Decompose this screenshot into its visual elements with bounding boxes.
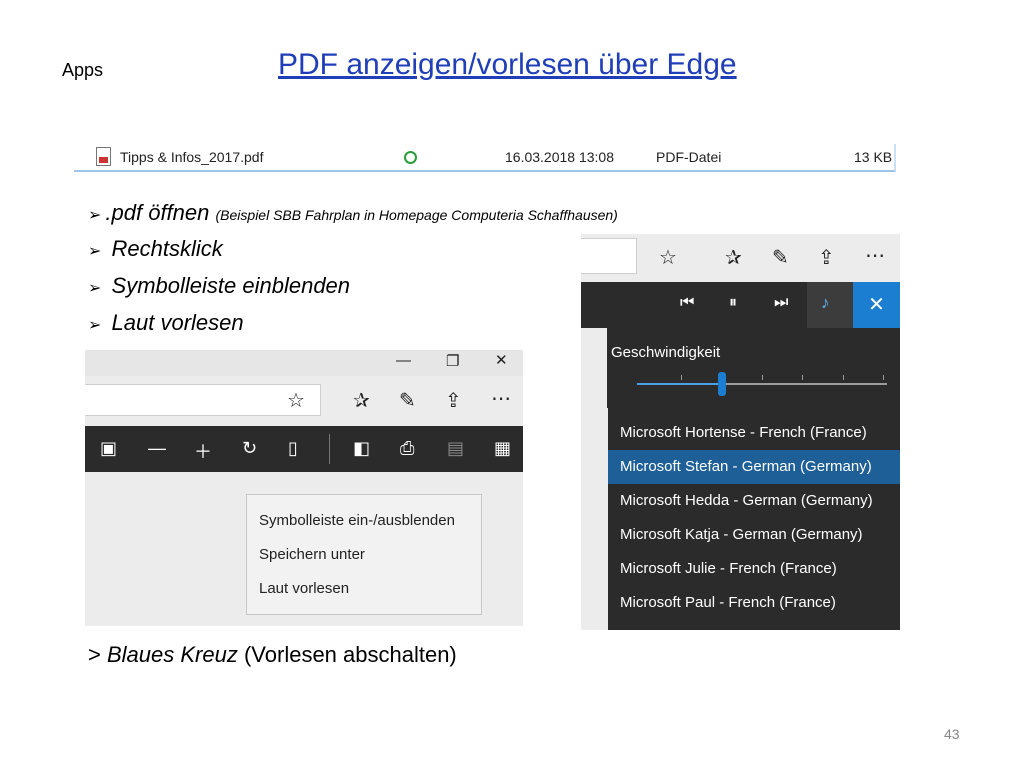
context-item-toggle-toolbar[interactable]: Symbolleiste ein-/ausblenden: [259, 512, 455, 529]
print-icon[interactable]: ⎙: [400, 438, 414, 459]
pause-icon[interactable]: ⏸: [729, 294, 737, 312]
bullet-right-click: ➢ Rechtsklick: [88, 236, 223, 262]
save-as-icon[interactable]: ▦: [494, 438, 511, 459]
zoom-in-icon[interactable]: ＋: [194, 438, 212, 464]
share-icon[interactable]: ⇪: [445, 388, 462, 413]
speed-slider-fill: [637, 383, 722, 385]
speed-slider-thumb[interactable]: [718, 372, 726, 396]
voice-option[interactable]: Microsoft Hortense - French (France): [608, 416, 900, 450]
bullet-text: Symbolleiste einblenden: [111, 273, 351, 298]
close-read-aloud-button[interactable]: ✕: [853, 282, 900, 328]
voice-option[interactable]: Microsoft Julie - French (France): [608, 552, 900, 586]
file-type: PDF-Datei: [656, 149, 722, 165]
address-bar[interactable]: [85, 384, 321, 416]
sync-ok-icon: [404, 151, 417, 164]
save-icon[interactable]: ▤: [447, 438, 464, 459]
slider-tick: [802, 375, 803, 380]
pen-icon[interactable]: ✎: [772, 245, 789, 270]
file-name: Tipps & Infos_2017.pdf: [120, 149, 264, 165]
voice-option[interactable]: Microsoft Paul - French (France): [608, 586, 900, 620]
bullet-open-pdf: ➢ .pdf öffnen (Beispiel SBB Fahrplan in H…: [88, 200, 618, 226]
voice-settings-button[interactable]: ♪: [807, 282, 853, 328]
footer-emphasis: Blaues Kreuz: [106, 642, 238, 667]
footer-rest: (Vorlesen abschalten): [243, 642, 457, 667]
speed-panel: [607, 328, 900, 408]
context-item-read-aloud[interactable]: Laut vorlesen: [259, 580, 349, 597]
read-aloud-screenshot: ☆ ✰ ✎ ⇪ ⋯ ⏮ ⏸ ⏭ ♪ ✕ Geschwindigkeit Micr…: [581, 234, 900, 630]
file-row[interactable]: Tipps & Infos_2017.pdf 16.03.2018 13:08 …: [74, 144, 896, 172]
bullet-arrow-icon: ➢: [88, 207, 102, 224]
more-icon[interactable]: ⋯: [491, 386, 511, 411]
bullet-note: (Beispiel SBB Fahrplan in Homepage Compu…: [215, 207, 618, 223]
slider-tick: [762, 375, 763, 380]
star-icon[interactable]: ☆: [659, 245, 677, 270]
bullet-arrow-icon: ➢: [88, 317, 102, 334]
read-aloud-icon[interactable]: ◧: [353, 438, 370, 459]
close-icon: ✕: [868, 294, 885, 316]
slider-tick: [843, 375, 844, 380]
edge-pdf-screenshot: — ❐ ✕ ☆ ✰ ✎ ⇪ ⋯ ▣ — ＋ ↻ ▯ ◧ ⎙ ▤ ▦ Symbol…: [85, 350, 523, 626]
bullet-show-toolbar: ➢ Symbolleiste einblenden: [88, 273, 350, 299]
file-size: 13 KB: [854, 149, 893, 165]
close-window-icon[interactable]: ✕: [495, 351, 508, 369]
toolbar-divider: [329, 434, 330, 464]
more-icon[interactable]: ⋯: [865, 243, 885, 268]
favorites-icon[interactable]: ✰: [725, 245, 742, 270]
favorites-icon[interactable]: ✰: [353, 388, 370, 413]
voice-icon: ♪: [821, 293, 830, 312]
page-layout-icon[interactable]: ▯: [288, 438, 298, 459]
fit-page-icon[interactable]: ▣: [100, 438, 117, 459]
page-number: 43: [944, 726, 960, 742]
bullet-text: Laut vorlesen: [111, 310, 244, 335]
pdf-file-icon: [96, 147, 111, 166]
slide-title[interactable]: PDF anzeigen/vorlesen über Edge: [278, 48, 737, 82]
share-icon[interactable]: ⇪: [818, 245, 835, 270]
slide-label: Apps: [62, 60, 104, 80]
minimize-icon[interactable]: —: [396, 352, 411, 369]
speed-label: Geschwindigkeit: [611, 344, 721, 361]
slider-tick: [681, 375, 682, 380]
context-menu: Symbolleiste ein-/ausblenden Speichern u…: [246, 494, 482, 615]
file-date: 16.03.2018 13:08: [505, 149, 614, 165]
next-icon[interactable]: ⏭: [774, 294, 788, 312]
voice-option[interactable]: Microsoft Hedda - German (Germany): [608, 484, 900, 518]
footer-prefix: >: [88, 642, 101, 667]
zoom-out-icon[interactable]: —: [148, 438, 166, 459]
pen-icon[interactable]: ✎: [399, 388, 416, 413]
rotate-icon[interactable]: ↻: [242, 438, 257, 459]
bullet-text: .pdf öffnen: [105, 200, 210, 225]
bullet-text: Rechtsklick: [111, 236, 223, 261]
slider-tick: [883, 375, 884, 380]
restore-icon[interactable]: ❐: [446, 352, 459, 370]
star-icon[interactable]: ☆: [287, 388, 305, 413]
previous-icon[interactable]: ⏮: [680, 294, 694, 312]
address-bar[interactable]: [581, 238, 637, 274]
context-item-save-as[interactable]: Speichern unter: [259, 546, 365, 563]
bullet-arrow-icon: ➢: [88, 280, 102, 297]
bullet-read-aloud: ➢ Laut vorlesen: [88, 310, 244, 336]
voice-option[interactable]: Microsoft Katja - German (Germany): [608, 518, 900, 552]
footer-note: > Blaues Kreuz (Vorlesen abschalten): [88, 642, 457, 668]
voice-option[interactable]: Microsoft Stefan - German (Germany): [608, 450, 900, 484]
bullet-arrow-icon: ➢: [88, 243, 102, 260]
